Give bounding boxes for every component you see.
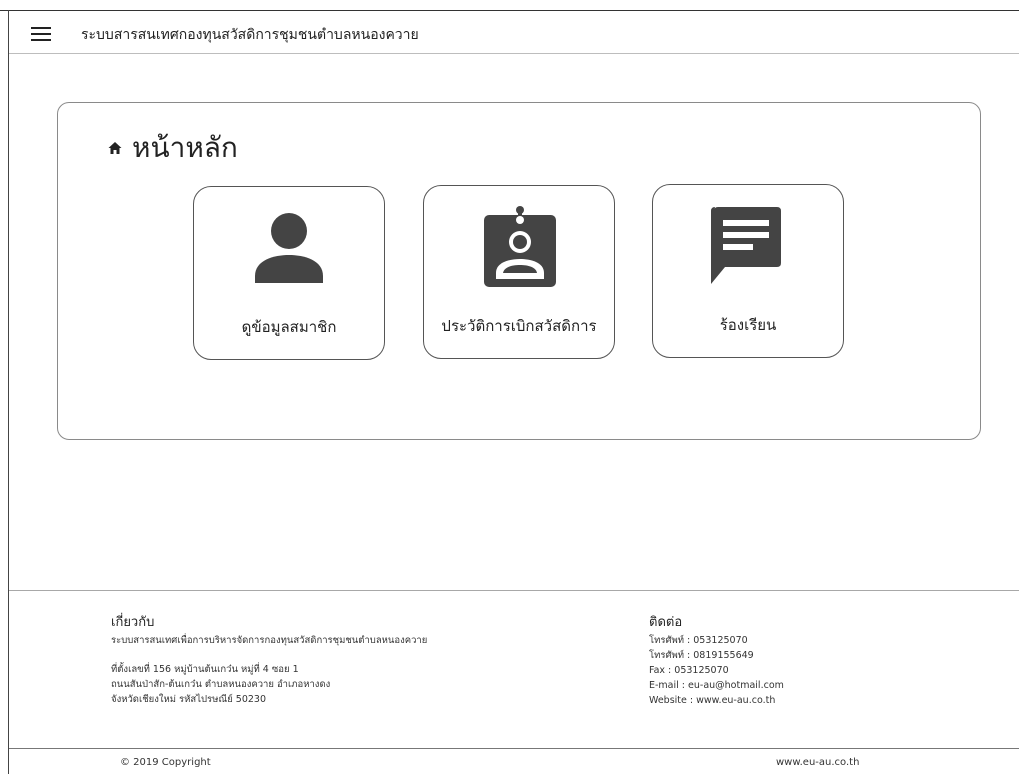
footer-about: เกี่ยวกับ ระบบสารสนเทศเพื่อการบริหารจัดก… bbox=[111, 615, 427, 707]
message-icon bbox=[711, 207, 781, 284]
person-icon bbox=[255, 213, 323, 283]
complaint-button[interactable]: ร้องเรียน bbox=[652, 184, 844, 358]
contact-fax: Fax : 053125070 bbox=[649, 665, 729, 676]
footer-address-line: ที่ตั้งเลขที่ 156 หมู่บ้านต้นเกว๋น หมู่ท… bbox=[111, 664, 299, 675]
footer-about-title: เกี่ยวกับ bbox=[111, 615, 155, 630]
contact-email[interactable]: E-mail : eu-au@hotmail.com bbox=[649, 678, 784, 693]
home-icon bbox=[108, 141, 122, 154]
footer-site-link[interactable]: www.eu-au.co.th bbox=[776, 757, 859, 768]
top-navbar: ระบบสารสนเทศกองทุนสวัสดิการชุมชนตำบลหนอง… bbox=[9, 11, 1019, 54]
page-title: หน้าหลัก bbox=[132, 131, 238, 164]
footer-about-desc: ระบบสารสนเทศเพื่อการบริหารจัดการกองทุนสว… bbox=[111, 635, 428, 646]
view-member-info-button[interactable]: ดูข้อมูลสมาชิก bbox=[193, 186, 385, 360]
tile-label: ประวัติการเบิกสวัสดิการ bbox=[441, 317, 597, 335]
contact-phone: โทรศัพท์ : 0819155649 bbox=[649, 650, 754, 661]
contact-phone: โทรศัพท์ : 053125070 bbox=[649, 635, 748, 646]
footer-address-line: ถนนสันป่าสัก-ต้นเกว๋น ตำบลหนองควาย อำเภอ… bbox=[111, 679, 331, 690]
page-heading: หน้าหลัก bbox=[108, 131, 238, 165]
footer-contact: ติดต่อ โทรศัพท์ : 053125070 โทรศัพท์ : 0… bbox=[649, 615, 784, 708]
app-title: ระบบสารสนเทศกองทุนสวัสดิการชุมชนตำบลหนอง… bbox=[81, 27, 419, 43]
copyright-text: © 2019 Copyright bbox=[120, 757, 211, 768]
welfare-history-button[interactable]: ประวัติการเบิกสวัสดิการ bbox=[423, 185, 615, 359]
footer-contact-title: ติดต่อ bbox=[649, 615, 683, 630]
contact-website[interactable]: Website : www.eu-au.co.th bbox=[649, 693, 784, 708]
footer: เกี่ยวกับ ระบบสารสนเทศเพื่อการบริหารจัดก… bbox=[9, 590, 1019, 775]
hamburger-icon[interactable] bbox=[31, 27, 51, 41]
tile-label: ร้องเรียน bbox=[719, 316, 777, 334]
main-card: หน้าหลัก ดูข้อมูลสมาชิก ประวัติการเบิกสว… bbox=[57, 102, 981, 440]
tile-label: ดูข้อมูลสมาชิก bbox=[241, 318, 337, 336]
footer-address-line: จังหวัดเชียงใหม่ รหัสไปรษณีย์ 50230 bbox=[111, 694, 267, 705]
badge-icon bbox=[484, 206, 556, 287]
footer-divider bbox=[9, 748, 1019, 749]
